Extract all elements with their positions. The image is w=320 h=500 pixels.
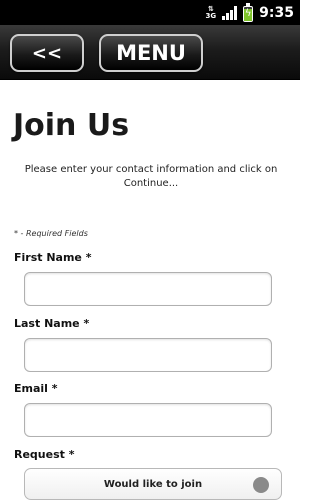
status-time: 9:35 — [259, 4, 294, 21]
app-header: << MENU — [0, 25, 300, 80]
signal-strength-icon — [222, 5, 238, 20]
page-title: Join Us — [13, 108, 130, 143]
required-fields-note: * - Required Fields — [14, 229, 88, 238]
menu-button[interactable]: MENU — [99, 34, 203, 72]
status-bar: ⇅ 3G ϟ 9:35 — [0, 0, 300, 25]
email-label: Email * — [14, 382, 58, 395]
first-name-label: First Name * — [14, 251, 92, 264]
request-selected-value: Would like to join — [103, 478, 203, 490]
email-field[interactable] — [24, 403, 272, 437]
back-button[interactable]: << — [10, 34, 84, 72]
first-name-field[interactable] — [24, 272, 272, 306]
request-select[interactable]: Would like to join — [24, 468, 282, 500]
last-name-field[interactable] — [24, 338, 272, 372]
intro-text: Please enter your contact information an… — [24, 164, 278, 189]
request-label: Request * — [14, 448, 75, 461]
last-name-label: Last Name * — [14, 317, 90, 330]
network-3g-icon: ⇅ 3G — [205, 4, 217, 20]
network-type: 3G — [205, 11, 217, 20]
battery-charging-icon: ϟ — [243, 2, 254, 22]
select-indicator-icon — [253, 477, 269, 493]
